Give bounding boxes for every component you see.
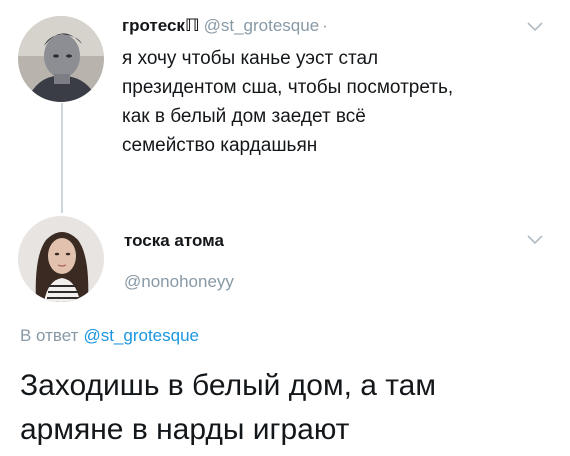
tweet2-text: Заходишь в белый дом, а там армяне в нар… [20,364,560,452]
user-handle[interactable]: @nonohoneyy [124,272,234,292]
chevron-down-icon[interactable] [527,235,543,245]
tweet2-text-line: Заходишь в белый дом, а там [20,369,436,402]
display-name[interactable]: тоска атома [124,231,224,251]
reply-context: В ответ @st_grotesque [20,326,199,346]
avatar-nonohoneyy[interactable] [18,216,104,302]
reply-label: В ответ [20,326,79,345]
reply-mention-link[interactable]: @st_grotesque [83,326,199,345]
tweet2-text-line: армяне в нарды играют [20,413,350,446]
user-avatar-photo-icon [18,216,104,302]
tweet-reply: тоска атома @nonohoneyy В ответ @st_grote… [0,0,570,456]
